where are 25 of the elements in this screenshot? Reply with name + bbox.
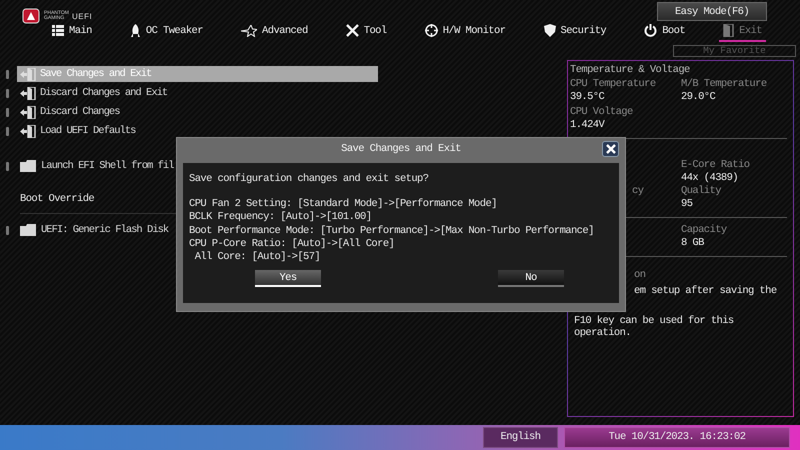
product-text: UEFI (72, 12, 92, 20)
reading-value: 95 (681, 198, 694, 211)
change-line: CPU P-Core Ratio: [Auto]->[All Core] (189, 238, 396, 251)
description-text: F10 key can be used for this operation. (574, 315, 735, 339)
reading-label: Capacity (681, 224, 728, 237)
description-text: em setup after saving the (634, 284, 778, 299)
reading-value: 29.0°C (681, 91, 716, 104)
reading-label: CPU Voltage (570, 106, 634, 119)
change-line: Boot Performance Mode: [Turbo Performance]->[Max Non-Turbo Performance] (189, 224, 595, 238)
change-line: BCLK Frequency: [Auto]->[101.00] (189, 211, 372, 225)
reading-label: Quality (681, 185, 722, 198)
reading-label: M/B Temperature (681, 78, 768, 91)
panel-title: Temperature & Voltage (570, 64, 691, 76)
dialog-question: Save configuration changes and exit setup? (189, 173, 430, 185)
reading-value: 39.5°C (570, 91, 606, 104)
date-time: Tue 10/31/2023. 16:23:02 (564, 427, 790, 448)
reading-label: CPU Temperature (570, 78, 657, 91)
reading-label: cy (632, 185, 644, 198)
change-line: All Core: [Auto]->[57] (194, 251, 322, 264)
reading-label: E-Core Ratio (681, 159, 750, 172)
description-text: on (634, 268, 646, 283)
reading-value: 1.424V (570, 119, 606, 132)
reading-value: 8 GB (681, 237, 705, 250)
dialog-title: Save Changes and Exit (340, 142, 462, 157)
reading-value: 44x (4389) (681, 172, 740, 185)
